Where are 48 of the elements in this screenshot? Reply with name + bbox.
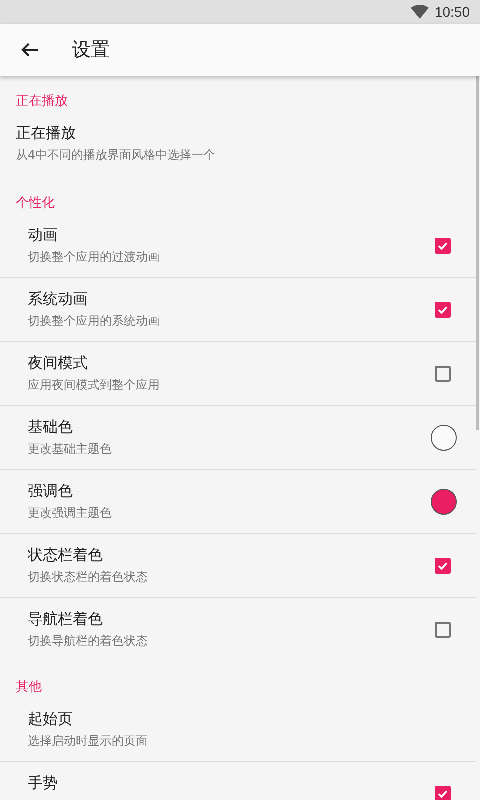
item-title: 动画 (28, 226, 58, 245)
checkbox[interactable] (435, 786, 451, 800)
item-subtitle: 更改基础主题色 (28, 441, 112, 458)
settings-item[interactable]: 起始页 选择启动时显示的页面 (0, 698, 476, 762)
item-title: 状态栏着色 (28, 546, 103, 565)
settings-item[interactable]: 正在播放 从4中不同的播放界面风格中选择一个 (0, 112, 476, 178)
item-title: 导航栏着色 (28, 610, 103, 629)
item-subtitle: 切换导航栏的着色状态 (28, 633, 148, 650)
item-title: 系统动画 (28, 290, 88, 309)
item-title: 手势 (28, 774, 58, 793)
item-subtitle: 应用夜间模式到整个应用 (28, 377, 160, 394)
item-subtitle: 切换状态栏的着色状态 (28, 569, 148, 586)
status-time: 10:50 (434, 4, 470, 20)
item-subtitle: 切换整个应用的过渡动画 (28, 249, 160, 266)
settings-item[interactable]: 状态栏着色 切换状态栏的着色状态 (0, 534, 476, 598)
settings-item[interactable]: 导航栏着色 切换导航栏的着色状态 (0, 598, 476, 662)
item-subtitle: 切换整个应用的系统动画 (28, 313, 160, 330)
settings-item[interactable]: 强调色 更改强调主题色 (0, 470, 476, 534)
item-subtitle: 更改强调主题色 (28, 505, 112, 522)
settings-item[interactable]: 基础色 更改基础主题色 (0, 406, 476, 470)
settings-item[interactable]: 夜间模式 应用夜间模式到整个应用 (0, 342, 476, 406)
checkbox[interactable] (435, 622, 451, 638)
item-title: 夜间模式 (28, 354, 88, 373)
item-title: 起始页 (28, 710, 73, 729)
section-header: 个性化 (15, 195, 56, 213)
back-arrow-icon (21, 42, 39, 58)
checkbox[interactable] (435, 238, 451, 254)
check-icon (437, 560, 449, 572)
item-subtitle: 从4中不同的播放界面风格中选择一个 (16, 147, 216, 164)
wifi-icon (410, 5, 429, 19)
section-header: 其他 (15, 679, 43, 697)
section-header: 正在播放 (15, 93, 69, 111)
color-swatch[interactable] (431, 488, 457, 514)
color-swatch[interactable] (431, 424, 457, 450)
settings-item[interactable]: 系统动画 切换整个应用的系统动画 (0, 278, 476, 342)
item-title: 基础色 (28, 418, 73, 437)
check-icon (437, 788, 449, 800)
toolbar-title: 设置 (72, 38, 110, 63)
item-title: 正在播放 (16, 124, 76, 143)
check-icon (437, 240, 449, 252)
checkbox[interactable] (435, 366, 451, 382)
item-subtitle: 选择启动时显示的页面 (28, 733, 148, 750)
checkbox[interactable] (435, 558, 451, 574)
checkbox[interactable] (435, 302, 451, 318)
settings-item[interactable]: 手势 (0, 762, 476, 800)
item-title: 强调色 (28, 482, 73, 501)
check-icon (437, 304, 449, 316)
settings-item[interactable]: 动画 切换整个应用的过渡动画 (0, 214, 476, 278)
